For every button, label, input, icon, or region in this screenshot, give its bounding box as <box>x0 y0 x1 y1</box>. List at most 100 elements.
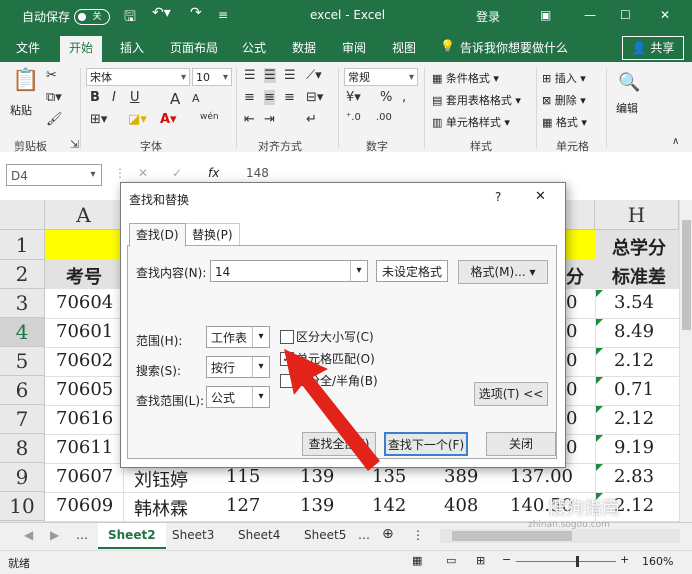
close-dialog-button[interactable]: 关闭 <box>486 432 556 456</box>
cell-e10[interactable]: 142 <box>372 495 406 516</box>
align-middle-icon[interactable]: ☰ <box>264 68 276 83</box>
cell-c9[interactable]: 115 <box>226 466 260 487</box>
percent-icon[interactable]: % <box>380 90 392 105</box>
sheet-tab-sheet4[interactable]: Sheet4 <box>238 528 280 542</box>
cell-h5[interactable]: 2.12 <box>614 350 654 371</box>
border-icon[interactable]: ⊞▾ <box>90 112 107 127</box>
insert-cells-button[interactable]: ⊞ 插入 ▾ <box>542 70 586 86</box>
row-header[interactable]: 2 <box>0 260 45 289</box>
cell-h7[interactable]: 2.12 <box>614 408 654 429</box>
tab-formulas[interactable]: 公式 <box>242 39 266 56</box>
cell-a9[interactable]: 70607 <box>56 466 113 487</box>
tab-replace[interactable]: 替换(P) <box>185 223 240 246</box>
cell-h3[interactable]: 3.54 <box>614 292 654 313</box>
row-header[interactable]: 6 <box>0 376 45 405</box>
zoom-slider-thumb[interactable] <box>576 556 579 567</box>
cell-a6[interactable]: 70605 <box>56 379 113 400</box>
delete-cells-button[interactable]: ⊠ 删除 ▾ <box>542 92 586 108</box>
tab-home[interactable]: 开始 <box>60 36 103 65</box>
cell-h4[interactable]: 8.49 <box>614 321 654 342</box>
zoom-level[interactable]: 160% <box>642 555 673 568</box>
autosave-toggle[interactable]: 关 <box>74 9 110 25</box>
page-layout-view-icon[interactable]: ▭ <box>446 554 456 567</box>
tab-data[interactable]: 数据 <box>292 39 316 56</box>
row-header[interactable]: 8 <box>0 434 45 463</box>
cell-f10[interactable]: 408 <box>444 495 478 516</box>
currency-icon[interactable]: ¥▾ <box>346 90 361 105</box>
format-painter-icon[interactable]: 🖌 <box>46 112 63 127</box>
edit-button[interactable]: 编辑 <box>616 100 638 116</box>
tab-insert[interactable]: 插入 <box>120 39 144 56</box>
scroll-right-icon[interactable]: ▶ <box>50 528 59 542</box>
cell-g4[interactable]: 0 <box>566 321 577 342</box>
share-button[interactable]: 👤 共享 <box>622 36 684 60</box>
cell-a8[interactable]: 70611 <box>56 437 113 458</box>
formula-input[interactable]: 148 <box>246 166 269 180</box>
find-next-button[interactable]: 查找下一个(F) <box>384 432 468 456</box>
horizontal-scrollbar[interactable] <box>440 529 680 543</box>
sheet-tab-sheet3[interactable]: Sheet3 <box>172 528 214 542</box>
cell-a10[interactable]: 70609 <box>56 495 113 516</box>
zoom-slider[interactable] <box>516 561 616 562</box>
look-in-select[interactable]: 公式 ▾ <box>206 386 270 408</box>
number-format-combo[interactable]: 常规 <box>344 68 418 87</box>
row-header[interactable]: 10 <box>0 492 45 521</box>
cell-h2[interactable]: 标准差 <box>612 263 666 289</box>
row-header[interactable]: 4 <box>0 318 45 347</box>
font-name-combo[interactable]: 宋体 <box>86 68 190 87</box>
dialog-launcher-icon[interactable]: ⇲ <box>70 138 79 151</box>
collapse-ribbon-icon[interactable]: ∧ <box>672 136 679 147</box>
cell-g3[interactable]: 0 <box>566 292 577 313</box>
tab-page-layout[interactable]: 页面布局 <box>170 39 218 56</box>
sheet-tab-sheet5[interactable]: Sheet5 <box>304 528 346 542</box>
cell-g7[interactable]: 0 <box>566 408 577 429</box>
tab-find[interactable]: 查找(D) <box>129 223 186 247</box>
row-header[interactable]: 3 <box>0 289 45 318</box>
copy-icon[interactable]: ⧉▾ <box>46 90 62 105</box>
search-icon[interactable]: 🔍 <box>618 72 640 93</box>
cell-g9[interactable]: 137.00 <box>510 466 573 487</box>
orientation-icon[interactable]: ⟋▾ <box>306 68 322 83</box>
merge-icon[interactable]: ⊟▾ <box>306 90 323 105</box>
column-header-a[interactable]: A <box>45 200 123 230</box>
quick-access-menu-icon[interactable]: ≡ <box>218 8 228 22</box>
chevron-down-icon[interactable]: ▾ <box>252 357 269 377</box>
scrollbar-thumb[interactable] <box>452 531 572 541</box>
cell-a2[interactable]: 考号 <box>66 263 102 289</box>
cell-f9[interactable]: 389 <box>444 466 478 487</box>
save-icon[interactable]: 🖫 <box>124 6 136 30</box>
bold-button[interactable]: B <box>90 90 100 105</box>
underline-button[interactable]: U <box>130 90 140 105</box>
font-color-icon[interactable]: A▾ <box>160 112 177 127</box>
row-header[interactable]: 1 <box>0 230 45 260</box>
decrease-decimal-icon[interactable]: .00 <box>376 112 392 123</box>
paste-icon[interactable]: 📋 <box>12 68 39 93</box>
scrollbar-thumb[interactable] <box>682 220 691 330</box>
match-case-checkbox[interactable] <box>280 330 294 344</box>
cell-style-button[interactable]: ▥ 单元格样式 ▾ <box>432 114 510 130</box>
options-button[interactable]: 选项(T) << <box>474 382 548 406</box>
format-button[interactable]: 格式(M)... ▾ <box>458 260 548 284</box>
cell-h8[interactable]: 9.19 <box>614 437 654 458</box>
login-link[interactable]: 登录 <box>476 8 500 25</box>
cell-h10[interactable]: 2.12 <box>614 495 654 516</box>
row-header[interactable]: 7 <box>0 405 45 434</box>
comma-icon[interactable]: , <box>402 90 406 105</box>
cell-h6[interactable]: 0.71 <box>614 379 654 400</box>
decrease-indent-icon[interactable]: ⇤ <box>244 112 255 127</box>
scroll-left-icon[interactable]: ◀ <box>24 528 33 542</box>
align-center-icon[interactable]: ≡ <box>264 90 275 105</box>
close-window-icon[interactable]: ✕ <box>660 8 670 22</box>
chevron-down-icon[interactable]: ▾ <box>350 261 367 281</box>
align-left-icon[interactable]: ≡ <box>244 90 255 105</box>
select-all-corner[interactable] <box>0 200 45 230</box>
row-header[interactable]: 5 <box>0 347 45 376</box>
format-cells-button[interactable]: ▦ 格式 ▾ <box>542 114 587 130</box>
font-size-combo[interactable]: 10 <box>192 68 232 87</box>
table-format-button[interactable]: ▤ 套用表格格式 ▾ <box>432 92 521 108</box>
increase-decimal-icon[interactable]: ⁺.0 <box>346 112 361 123</box>
cell-g5[interactable]: 0 <box>566 350 577 371</box>
cell-a4[interactable]: 70601 <box>56 321 113 342</box>
cell-g8[interactable]: 0 <box>566 437 577 458</box>
undo-icon[interactable]: ↶▾ <box>152 5 171 21</box>
